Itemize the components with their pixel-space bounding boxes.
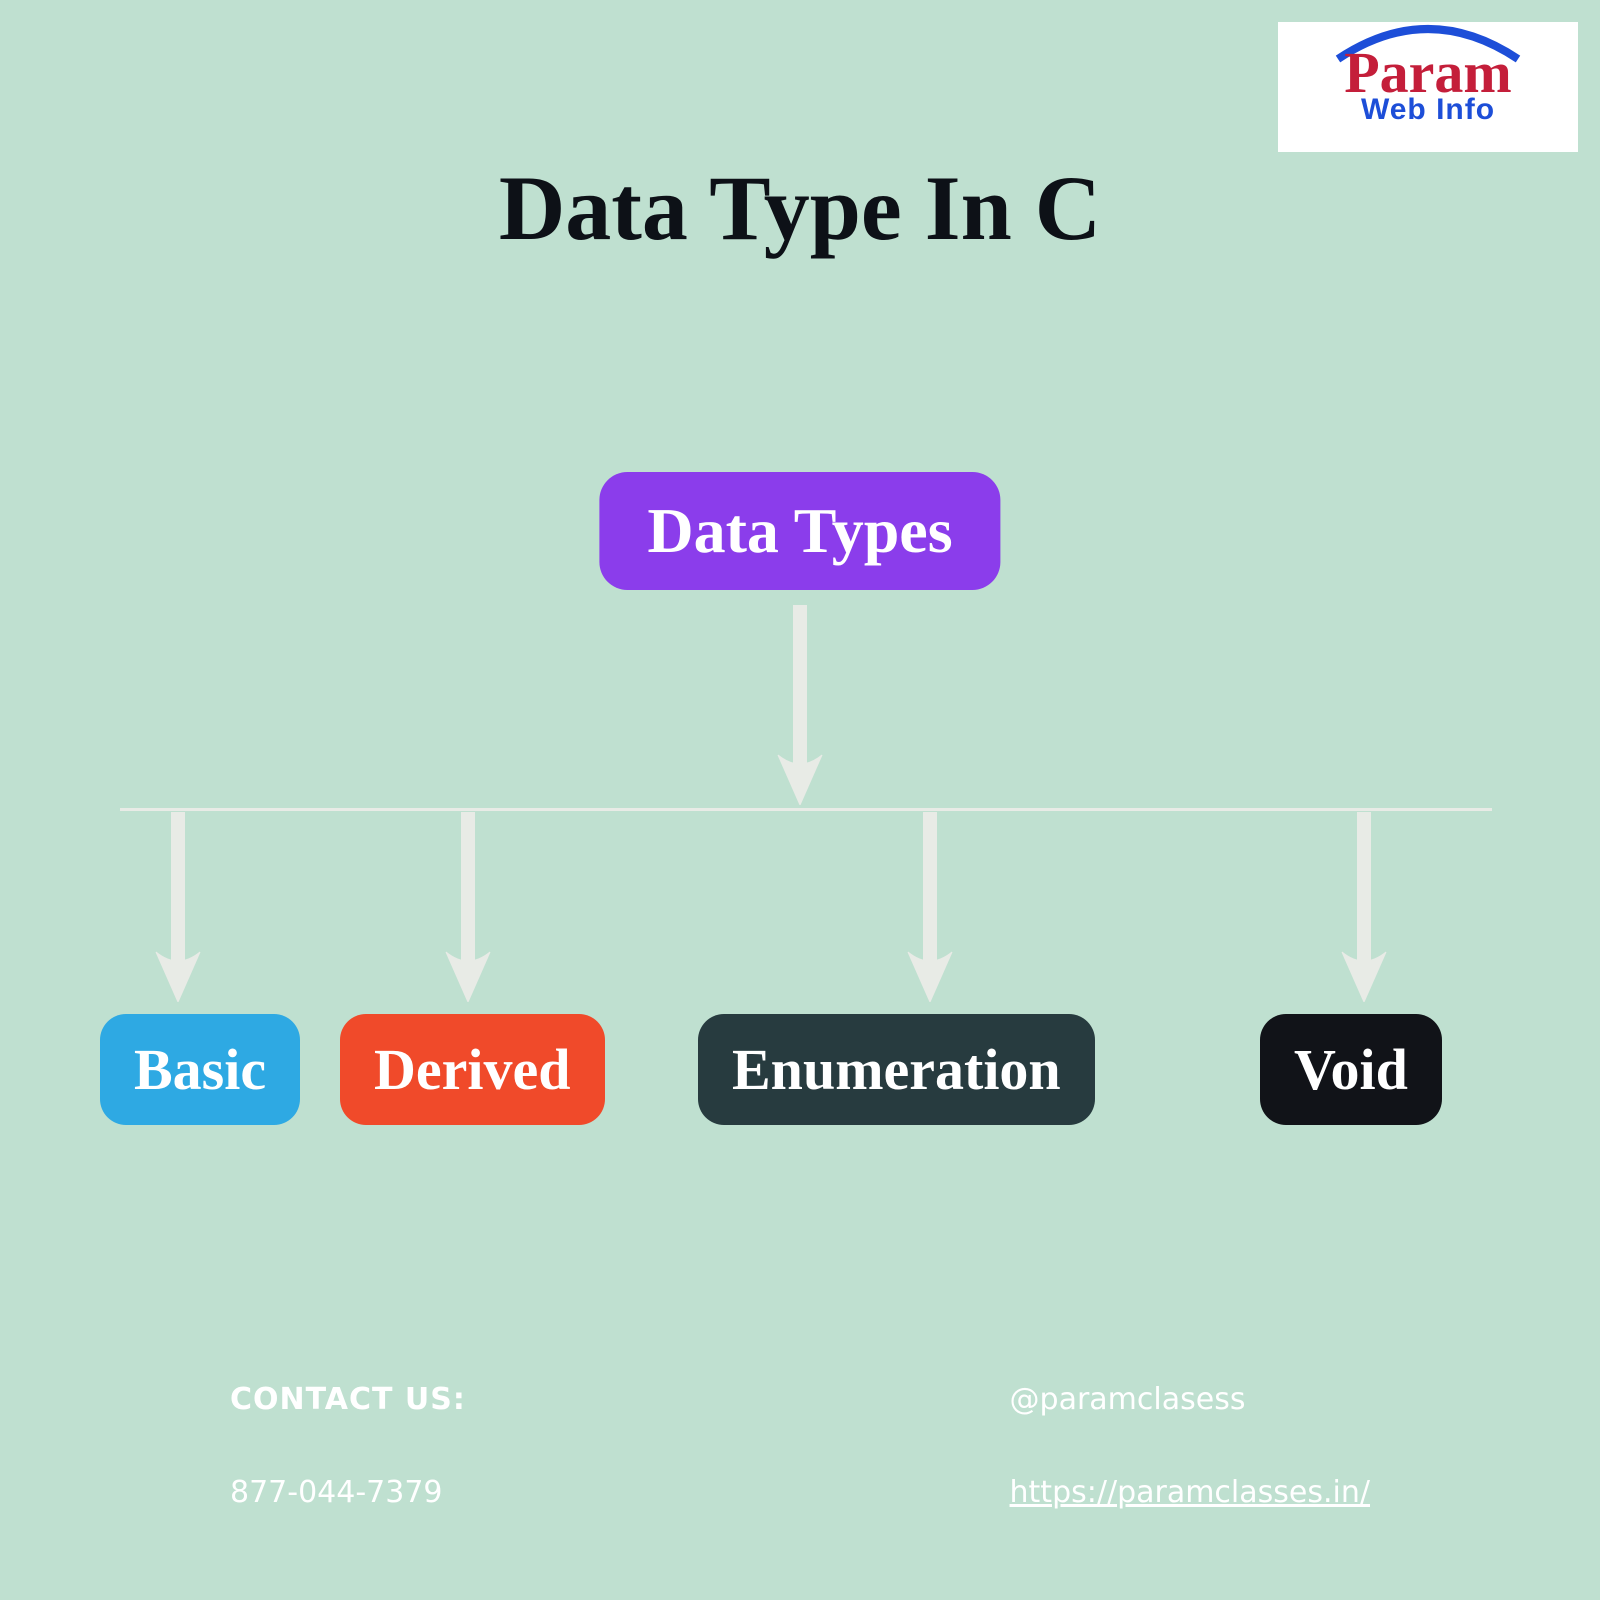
- arrow-down-icon: [438, 812, 498, 1002]
- connector-line: [120, 808, 1492, 811]
- page-title: Data Type In C: [499, 155, 1101, 261]
- leaf-basic: Basic: [100, 1014, 300, 1125]
- arrow-down-icon: [148, 812, 208, 1002]
- leaf-derived: Derived: [340, 1014, 605, 1125]
- leaf-void: Void: [1260, 1014, 1442, 1125]
- arrow-down-icon: [900, 812, 960, 1002]
- contact-label: CONTACT US:: [230, 1382, 466, 1417]
- logo: Param Web Info: [1278, 22, 1578, 152]
- contact-phone: 877-044-7379: [230, 1475, 466, 1510]
- footer-left: CONTACT US: 877-044-7379: [230, 1382, 466, 1510]
- arrow-down-icon: [1334, 812, 1394, 1002]
- leaf-enumeration: Enumeration: [698, 1014, 1095, 1125]
- website-url[interactable]: https://paramclasses.in/: [1010, 1475, 1370, 1510]
- logo-brand: Param: [1344, 47, 1512, 99]
- footer-right: @paramclasess https://paramclasses.in/: [1010, 1382, 1370, 1510]
- social-handle: @paramclasess: [1010, 1382, 1370, 1417]
- root-node: Data Types: [599, 472, 1000, 590]
- arrow-down-icon: [770, 605, 830, 805]
- footer: CONTACT US: 877-044-7379 @paramclasess h…: [230, 1382, 1370, 1510]
